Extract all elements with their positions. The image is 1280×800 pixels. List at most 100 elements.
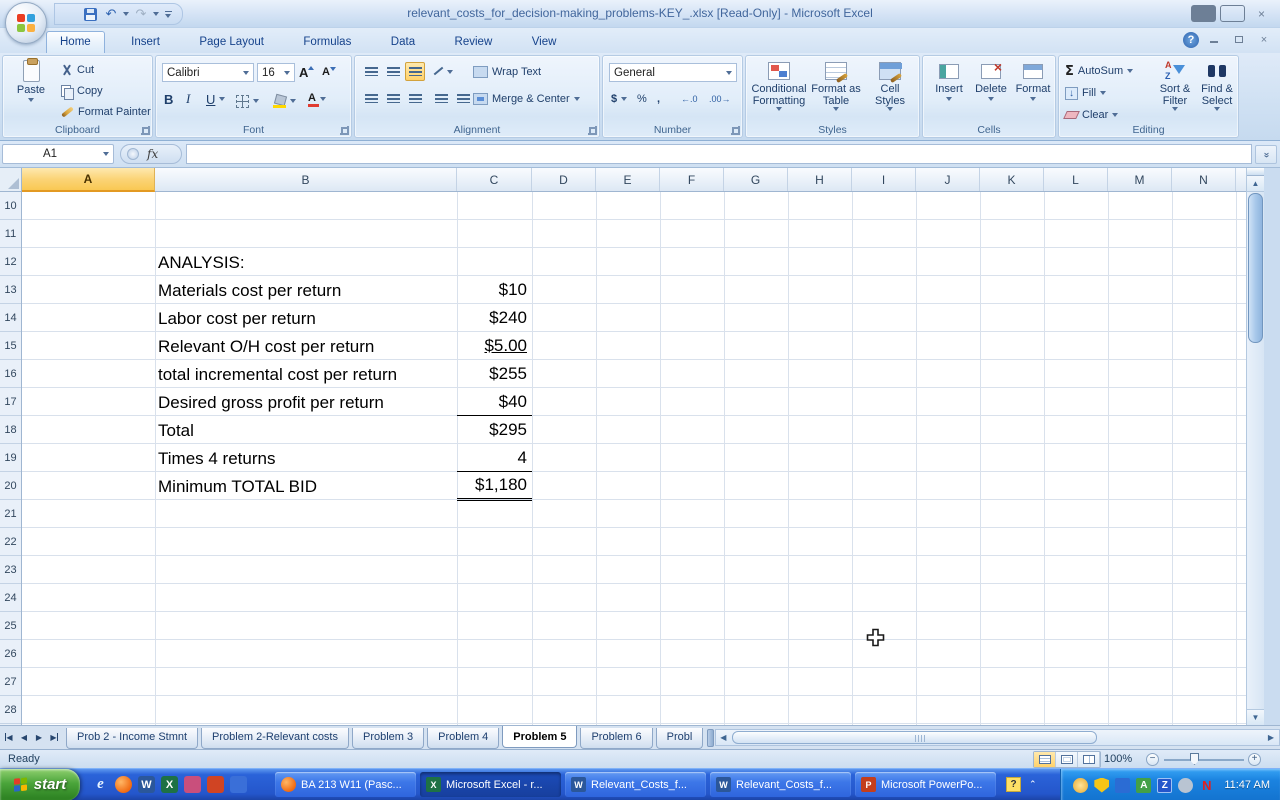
tab-page-layout[interactable]: Page Layout [186,32,277,53]
column-header-b[interactable]: B [155,168,457,191]
taskbar-button-word-2[interactable]: W Relevant_Costs_f... [710,772,851,797]
number-format-select[interactable]: General [609,63,737,82]
start-button[interactable]: start [0,769,80,800]
column-header-n[interactable]: N [1172,168,1236,191]
cell-b18[interactable]: Total [158,417,194,444]
grow-font-button[interactable]: A [299,63,314,81]
delete-cells-button[interactable]: Delete [971,64,1011,101]
tray-zonealarm-icon[interactable]: Z [1157,778,1172,793]
zoom-level[interactable]: 100% [1104,753,1132,765]
cell-b17[interactable]: Desired gross profit per return [158,389,384,416]
tray-tools-icon[interactable] [1115,778,1130,793]
row-header[interactable]: 14 [0,304,21,332]
zoom-in-button[interactable]: + [1248,753,1261,766]
sort-filter-button[interactable]: AZ Sort & Filter [1155,61,1195,111]
app-pink-icon[interactable] [184,776,201,793]
font-name-select[interactable]: Calibri [162,63,254,82]
sheet-tab-problem7-truncated[interactable]: Probl [656,728,704,749]
row-header[interactable]: 16 [0,360,21,388]
orientation-button[interactable] [431,62,454,81]
clear-button[interactable]: Clear [1065,106,1118,124]
help-button[interactable]: ? [1183,32,1199,48]
row-header[interactable]: 12 [0,248,21,276]
expand-formula-bar-button[interactable]: » [1255,145,1277,164]
formula-input[interactable] [186,144,1252,164]
column-header-l[interactable]: L [1044,168,1108,191]
tray-shield-icon[interactable] [1094,778,1109,793]
row-header[interactable]: 26 [0,640,21,668]
sheet-tab-problem3[interactable]: Problem 3 [352,728,424,749]
cell-b20[interactable]: Minimum TOTAL BID [158,473,317,500]
scroll-down-button[interactable]: ▼ [1247,709,1264,725]
percent-button[interactable]: % [637,90,647,108]
alignment-dialog-launcher[interactable] [588,126,597,135]
cell-c14[interactable]: $240 [457,305,532,332]
horizontal-scrollbar[interactable]: ◀ ▶ [715,729,1280,746]
scroll-up-button[interactable]: ▲ [1247,176,1264,192]
cell-c20[interactable]: $1,180 [457,472,532,501]
increase-decimal-button[interactable]: ←.0 [681,90,698,108]
zoom-out-button[interactable]: − [1146,753,1159,766]
sheet-tab-problem4[interactable]: Problem 4 [427,728,499,749]
page-break-view-button[interactable] [1078,752,1100,767]
comma-button[interactable]: , [657,90,660,108]
zoom-slider-track[interactable] [1164,759,1244,761]
cell-c15[interactable]: $5.00 [457,333,532,360]
volume-icon[interactable] [1178,778,1193,793]
italic-button[interactable]: I [186,90,190,108]
decrease-indent-button[interactable] [431,89,451,108]
sheet-tab-problem6[interactable]: Problem 6 [580,728,652,749]
clipboard-dialog-launcher[interactable] [141,126,150,135]
row-header[interactable]: 17 [0,388,21,416]
column-header-i[interactable]: I [852,168,916,191]
fill-button[interactable]: ↓ Fill [1065,84,1106,102]
column-header-j[interactable]: J [916,168,980,191]
taskbar-button-excel[interactable]: X Microsoft Excel - r... [420,772,561,797]
font-color-button[interactable]: A [308,90,326,108]
row-header[interactable]: 15 [0,332,21,360]
last-sheet-button[interactable]: ▶ [47,729,61,745]
column-header-e[interactable]: E [596,168,660,191]
normal-view-button[interactable] [1034,752,1056,767]
name-box[interactable]: A1 [2,144,114,164]
minimize-button[interactable] [1191,5,1216,22]
tab-review[interactable]: Review [442,32,506,53]
format-as-table-button[interactable]: Format as Table [809,62,863,111]
cell-styles-button[interactable]: Cell Styles [865,62,915,111]
top-align-button[interactable] [361,62,381,81]
workbook-close-button[interactable]: × [1254,34,1274,46]
borders-button[interactable] [236,92,259,110]
row-header[interactable]: 19 [0,444,21,472]
word-icon[interactable]: W [138,776,155,793]
tab-formulas[interactable]: Formulas [290,32,364,53]
horizontal-scrollbar-thumb[interactable] [732,731,1097,744]
column-header-h[interactable]: H [788,168,852,191]
cell-b15[interactable]: Relevant O/H cost per return [158,333,374,360]
tab-data[interactable]: Data [378,32,428,53]
tray-network-icon[interactable]: N [1199,778,1214,793]
increase-indent-button[interactable] [453,89,473,108]
align-center-button[interactable] [383,89,403,108]
decrease-decimal-button[interactable]: .00→ [709,90,731,108]
vertical-scrollbar-thumb[interactable] [1248,193,1263,343]
tab-home[interactable]: Home [46,31,105,53]
share-chevron-icon[interactable]: ⌃ [1029,779,1037,790]
cell-c19[interactable]: 4 [457,445,532,472]
app-orange-icon[interactable] [207,776,224,793]
scroll-left-button[interactable]: ◀ [716,730,730,745]
row-header[interactable]: 25 [0,612,21,640]
first-sheet-button[interactable]: ◀ [2,729,16,745]
row-header[interactable]: 24 [0,584,21,612]
tab-insert[interactable]: Insert [118,32,173,53]
tray-antivirus-icon[interactable]: A [1136,778,1151,793]
align-left-button[interactable] [361,89,381,108]
middle-align-button[interactable] [383,62,403,81]
previous-sheet-button[interactable]: ◀ [17,729,31,745]
format-cells-button[interactable]: Format [1013,64,1053,101]
column-header-c[interactable]: C [457,168,532,191]
insert-function-button[interactable]: fx [120,144,182,164]
find-select-button[interactable]: Find & Select [1197,61,1237,111]
question-note-icon[interactable]: ? [1006,777,1021,792]
cell-c17[interactable]: $40 [457,389,532,416]
row-header[interactable]: 11 [0,220,21,248]
